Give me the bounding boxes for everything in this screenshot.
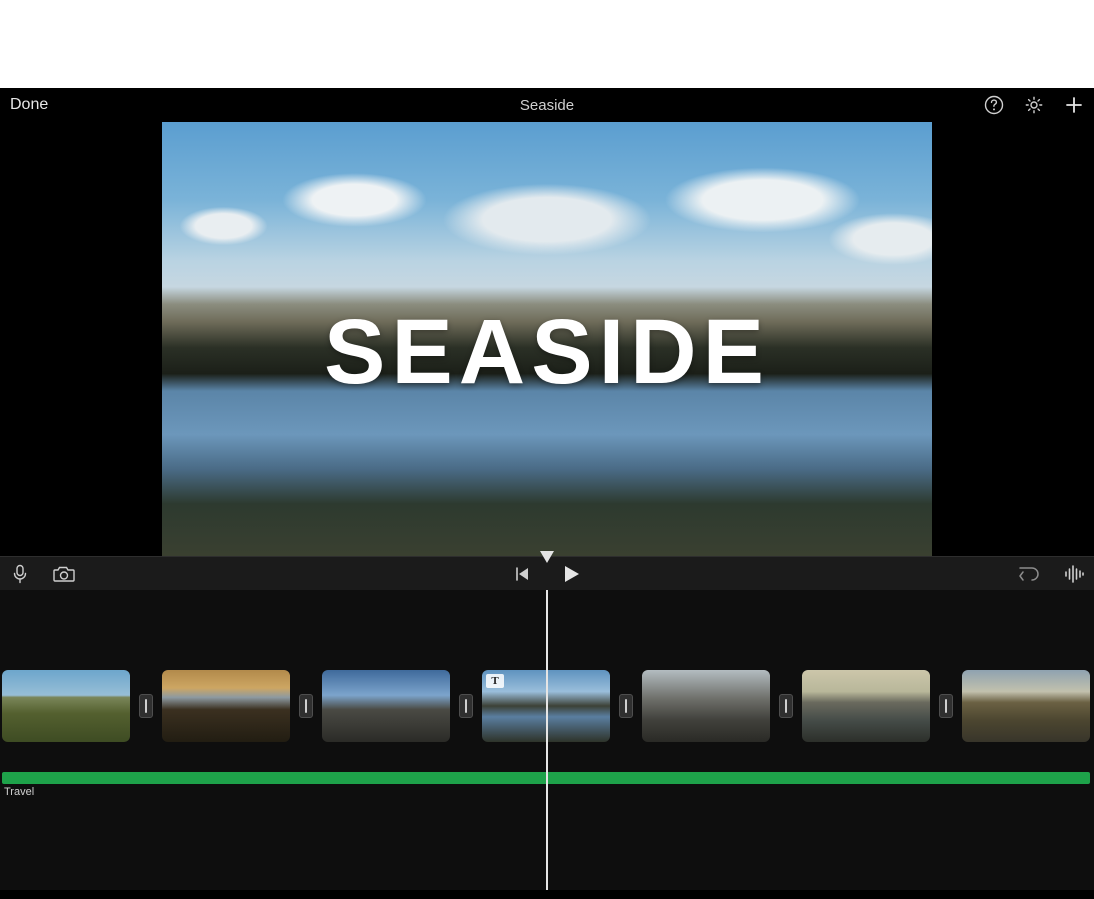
audio-track-label: Travel xyxy=(4,786,34,798)
top-bar: Done Seaside xyxy=(0,88,1094,122)
settings-icon[interactable] xyxy=(1024,95,1044,115)
transition xyxy=(770,691,802,721)
done-button[interactable]: Done xyxy=(10,96,48,114)
timeline[interactable]: Travel xyxy=(0,590,1094,890)
preview-area: SEASIDE xyxy=(0,122,1094,556)
clip[interactable] xyxy=(642,670,770,742)
microphone-icon[interactable] xyxy=(10,564,30,584)
clip[interactable] xyxy=(962,670,1090,742)
title-badge-icon xyxy=(486,674,504,688)
clip[interactable] xyxy=(322,670,450,742)
audio-waveform-icon[interactable] xyxy=(1064,564,1084,584)
transition-icon[interactable] xyxy=(619,694,633,718)
transition xyxy=(610,691,642,721)
playhead-line[interactable] xyxy=(546,590,548,890)
clip[interactable] xyxy=(2,670,130,742)
add-icon[interactable] xyxy=(1064,95,1084,115)
title-overlay: SEASIDE xyxy=(162,300,932,405)
transition-icon[interactable] xyxy=(299,694,313,718)
transition-icon[interactable] xyxy=(779,694,793,718)
transition-icon[interactable] xyxy=(939,694,953,718)
transition xyxy=(930,691,962,721)
skip-to-start-icon[interactable] xyxy=(512,564,532,584)
project-title: Seaside xyxy=(0,97,1094,114)
help-icon[interactable] xyxy=(984,95,1004,115)
transition xyxy=(450,691,482,721)
play-icon[interactable] xyxy=(560,563,582,585)
clip[interactable] xyxy=(802,670,930,742)
transport-bar xyxy=(0,556,1094,590)
undo-icon[interactable] xyxy=(1018,564,1040,584)
imovie-editor: Done Seaside xyxy=(0,88,1094,899)
clip[interactable] xyxy=(162,670,290,742)
playhead-marker-icon xyxy=(540,551,554,563)
camera-icon[interactable] xyxy=(52,564,76,584)
transition-icon[interactable] xyxy=(459,694,473,718)
video-preview[interactable]: SEASIDE xyxy=(162,122,932,556)
transition-icon[interactable] xyxy=(139,694,153,718)
transition xyxy=(290,691,322,721)
transition xyxy=(130,691,162,721)
